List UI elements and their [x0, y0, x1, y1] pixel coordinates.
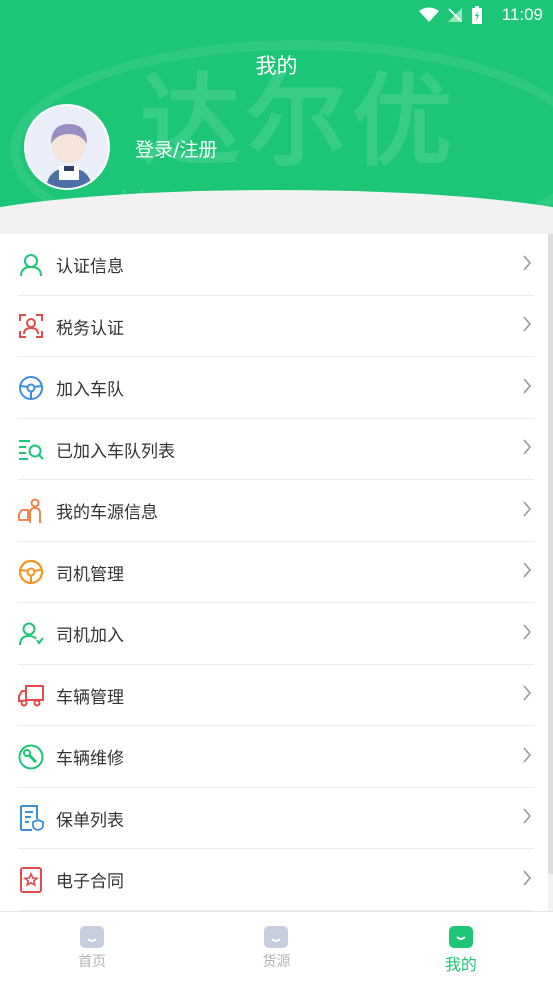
contract-seal-icon	[18, 866, 44, 893]
menu-item-label: 车辆管理	[56, 687, 124, 708]
status-bar: 11:09	[0, 0, 553, 32]
chevron-right-icon	[522, 255, 532, 275]
menu-item-label: 认证信息	[56, 257, 124, 278]
chevron-right-icon	[522, 747, 532, 767]
profile-icon	[448, 926, 473, 948]
menu-item-vehicle-repair[interactable]: 车辆维修	[0, 726, 548, 788]
tab-label: 我的	[444, 955, 477, 974]
battery-charging-icon	[471, 6, 483, 29]
menu-item-label: 税务认证	[56, 318, 124, 339]
menu-item-driver-join[interactable]: 司机加入	[0, 603, 548, 665]
list-search-icon	[18, 436, 44, 462]
chevron-right-icon	[522, 378, 532, 398]
chevron-right-icon	[522, 501, 532, 521]
menu-item-label: 保单列表	[56, 810, 124, 831]
chevron-right-icon	[522, 685, 532, 705]
tab-label: 首页	[78, 954, 107, 970]
menu-item-join-fleet[interactable]: 加入车队	[0, 357, 548, 419]
cargo-icon	[264, 926, 289, 948]
chevron-right-icon	[522, 808, 532, 828]
wrench-icon	[18, 744, 44, 770]
wifi-icon	[419, 7, 439, 28]
scrollbar[interactable]	[548, 234, 553, 874]
menu-item-vehicle-management[interactable]: 车辆管理	[0, 665, 548, 727]
profile-menu: 认证信息 税务认证 加入车队 已加入车队列表 我的车源信息 司机管理 司机加入 …	[0, 234, 548, 911]
chevron-right-icon	[522, 562, 532, 582]
truck-icon	[18, 682, 44, 708]
menu-item-e-contract[interactable]: 电子合同	[0, 849, 548, 911]
menu-item-label: 加入车队	[56, 380, 124, 401]
menu-item-label: 司机管理	[56, 564, 124, 585]
driver-car-icon	[18, 498, 44, 524]
steering-wheel-icon	[18, 375, 44, 401]
menu-item-label: 司机加入	[56, 626, 124, 647]
chevron-right-icon	[522, 316, 532, 336]
user-icon	[18, 252, 44, 278]
home-icon	[80, 926, 105, 948]
menu-item-label: 电子合同	[56, 872, 124, 893]
policy-doc-icon	[18, 805, 44, 832]
menu-item-driver-management[interactable]: 司机管理	[0, 542, 548, 604]
no-signal-icon	[447, 7, 463, 28]
tab-home[interactable]: 首页	[0, 912, 184, 983]
bottom-tab-bar: 首页 货源 我的	[0, 911, 553, 983]
menu-item-label: 已加入车队列表	[56, 441, 175, 462]
user-add-icon	[18, 621, 44, 647]
menu-item-joined-fleets[interactable]: 已加入车队列表	[0, 419, 548, 481]
menu-item-auth-info[interactable]: 认证信息	[0, 234, 548, 296]
menu-item-label: 车辆维修	[56, 749, 124, 770]
menu-item-label: 我的车源信息	[56, 503, 158, 524]
face-scan-icon	[18, 313, 44, 339]
login-register-link[interactable]: 登录/注册	[135, 135, 217, 162]
tab-cargo[interactable]: 货源	[184, 912, 368, 983]
clock: 11:09	[501, 5, 543, 24]
menu-item-tax-auth[interactable]: 税务认证	[0, 296, 548, 358]
avatar[interactable]	[24, 104, 110, 190]
chevron-right-icon	[522, 624, 532, 644]
menu-item-policy-list[interactable]: 保单列表	[0, 788, 548, 850]
menu-item-my-vehicle-source[interactable]: 我的车源信息	[0, 480, 548, 542]
tab-label: 货源	[262, 954, 291, 970]
tab-mine[interactable]: 我的	[369, 912, 553, 983]
page-title: 我的	[255, 54, 298, 78]
chevron-right-icon	[522, 870, 532, 890]
steering-wheel-orange-icon	[18, 559, 44, 585]
chevron-right-icon	[522, 439, 532, 459]
